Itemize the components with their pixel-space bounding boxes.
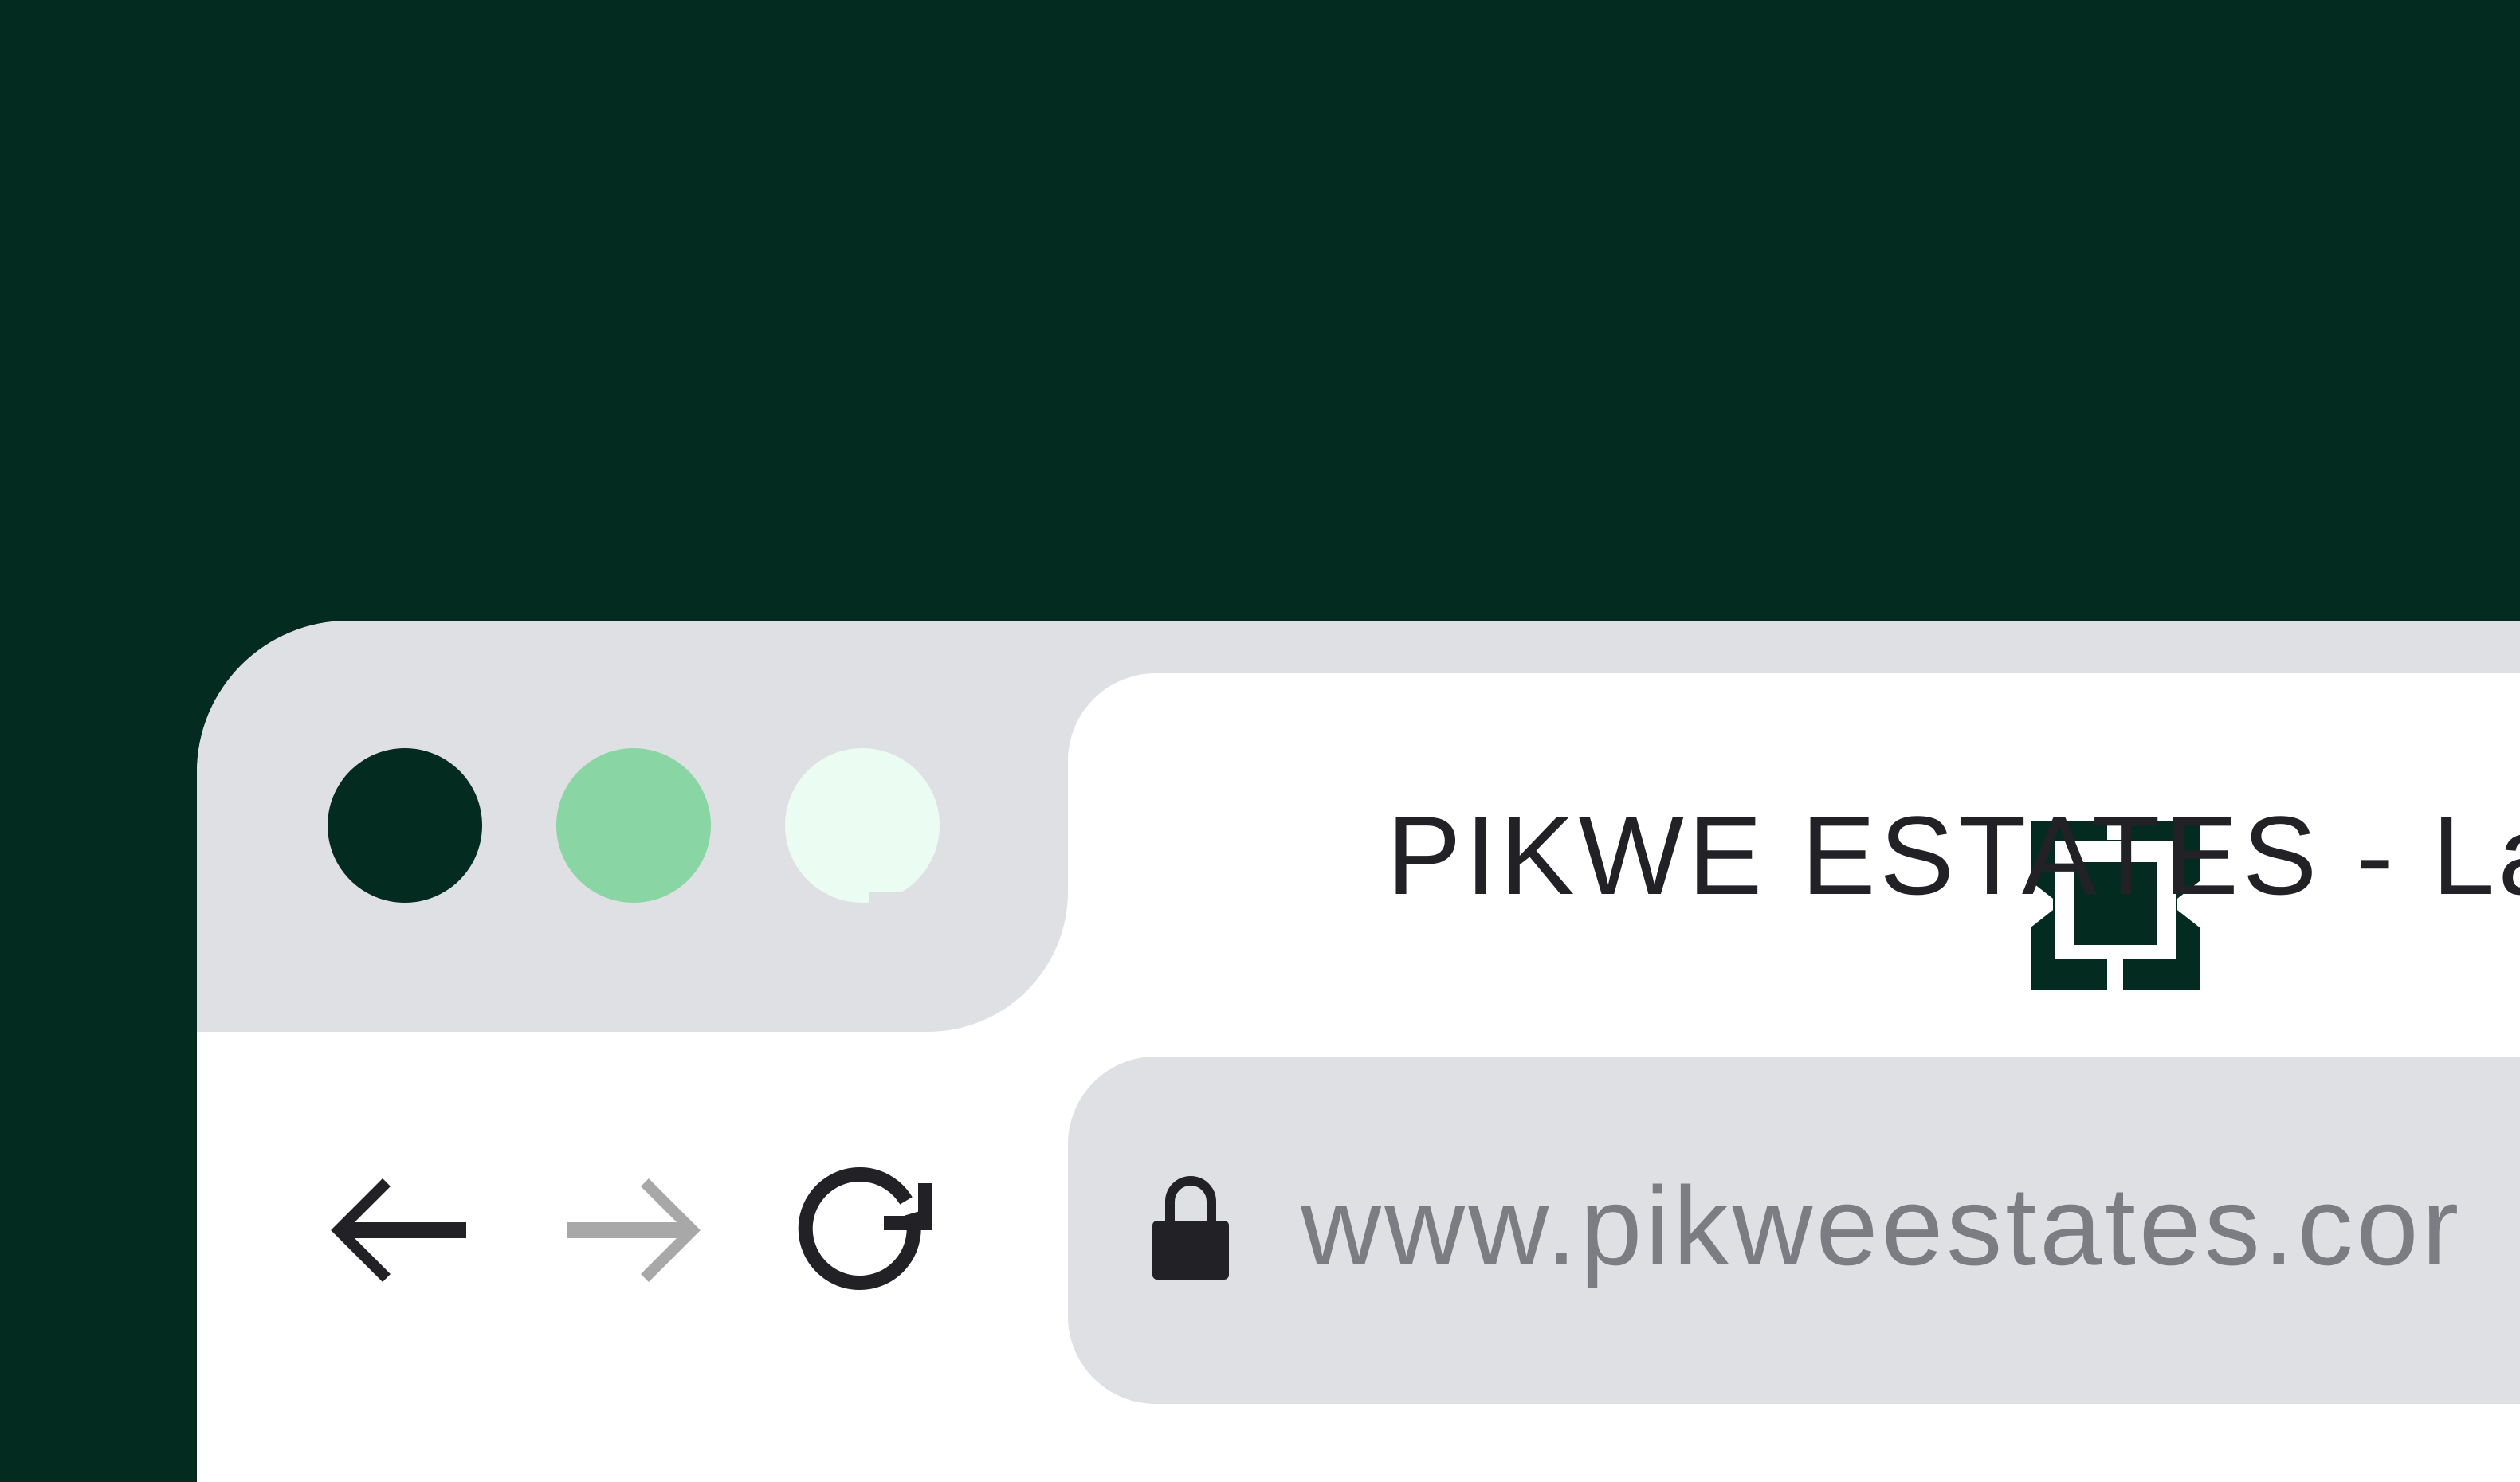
- address-bar[interactable]: www.pikweestates.cor: [1068, 1057, 2520, 1404]
- close-window-button[interactable]: [328, 748, 482, 903]
- lock-icon: [1151, 1171, 1231, 1281]
- arrow-right-icon: [567, 1178, 701, 1282]
- forward-button[interactable]: [562, 1171, 713, 1291]
- arrow-left-icon: [331, 1178, 466, 1282]
- zoom-window-button[interactable]: [785, 748, 940, 903]
- tab-title: PIKWE ESTATES - Lan: [1387, 793, 2520, 918]
- back-button[interactable]: [324, 1171, 476, 1291]
- reload-icon: [798, 1167, 932, 1290]
- url-text: www.pikweestates.cor: [1301, 1163, 2463, 1288]
- browser-window: PIKWE ESTATES - Lan www.pikweestates.cor: [197, 621, 2520, 1482]
- tab-corner: [869, 892, 1068, 1032]
- minimize-window-button[interactable]: [556, 748, 711, 903]
- active-tab[interactable]: PIKWE ESTATES - Lan: [1068, 673, 2520, 1088]
- reload-button[interactable]: [795, 1167, 938, 1303]
- desktop-background: PIKWE ESTATES - Lan www.pikweestates.cor: [0, 0, 2520, 1482]
